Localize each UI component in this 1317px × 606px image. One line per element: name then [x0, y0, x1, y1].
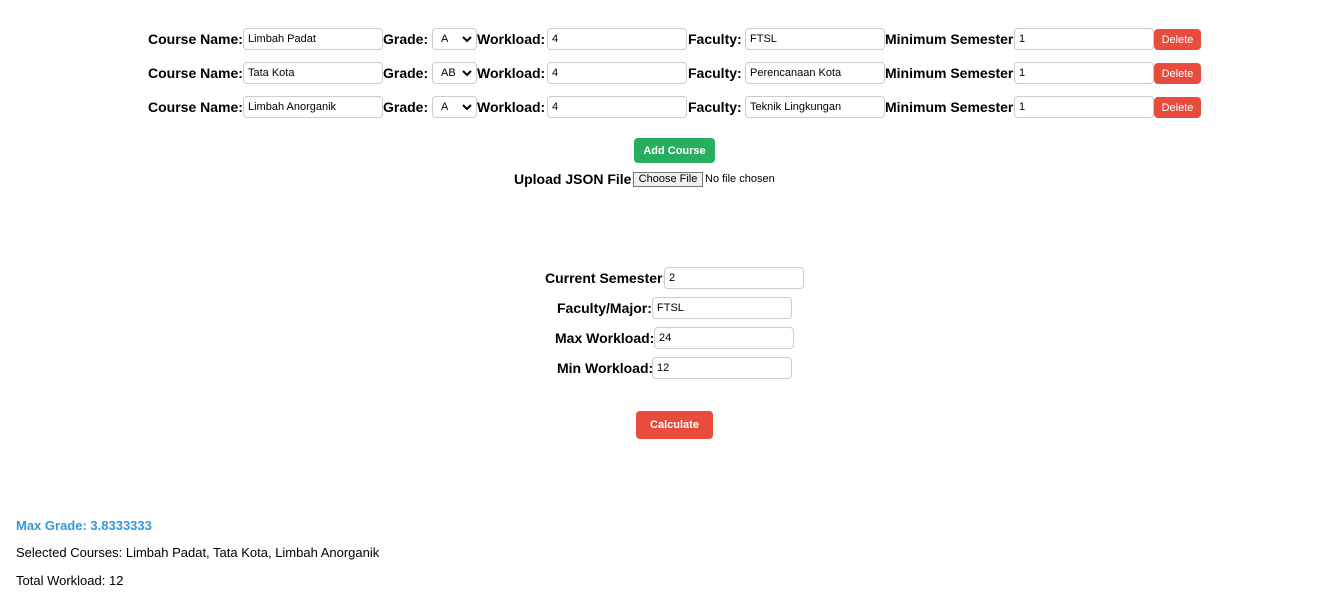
workload-label: Workload: [477, 99, 546, 115]
grade-value: A [441, 101, 449, 113]
max-workload-input[interactable] [654, 327, 794, 349]
faculty-input[interactable] [745, 28, 885, 50]
upload-label: Upload JSON File: [514, 171, 637, 187]
faculty-label: Faculty: [688, 31, 742, 47]
chevron-down-icon [462, 103, 472, 110]
course-name-label: Course Name: [148, 65, 243, 81]
course-row: Course Name: Grade: AB Workload: Faculty… [0, 62, 1317, 84]
min-semester-label: Minimum Semester: [885, 99, 1019, 115]
total-workload-result: Total Workload: 12 [16, 573, 124, 588]
faculty-label: Faculty: [688, 99, 742, 115]
course-name-input[interactable] [243, 96, 383, 118]
min-semester-input[interactable] [1014, 96, 1154, 118]
min-semester-input[interactable] [1014, 62, 1154, 84]
min-semester-label: Minimum Semester: [885, 31, 1019, 47]
course-name-input[interactable] [243, 28, 383, 50]
grade-label: Grade: [383, 31, 429, 47]
workload-input[interactable] [547, 28, 687, 50]
faculty-input[interactable] [745, 96, 885, 118]
workload-input[interactable] [547, 96, 687, 118]
workload-label: Workload: [477, 31, 546, 47]
selected-courses-result: Selected Courses: Limbah Padat, Tata Kot… [16, 545, 380, 560]
faculty-label: Faculty: [688, 65, 742, 81]
grade-select[interactable]: A [432, 28, 477, 50]
max-workload-label: Max Workload: [555, 330, 655, 346]
min-semester-label: Minimum Semester: [885, 65, 1019, 81]
course-row: Course Name: Grade: A Workload: Faculty:… [0, 96, 1317, 118]
add-course-button[interactable]: Add Course [634, 138, 715, 163]
calculate-button[interactable]: Calculate [636, 411, 713, 439]
grade-value: A [441, 33, 449, 45]
course-name-input[interactable] [243, 62, 383, 84]
min-workload-input[interactable] [652, 357, 792, 379]
workload-input[interactable] [547, 62, 687, 84]
delete-button[interactable]: Delete [1154, 29, 1201, 50]
faculty-major-input[interactable] [652, 297, 792, 319]
chevron-down-icon [462, 69, 472, 76]
choose-file-button[interactable]: Choose File [633, 172, 703, 187]
current-semester-input[interactable] [664, 267, 804, 289]
faculty-input[interactable] [745, 62, 885, 84]
current-semester-label: Current Semester: [545, 270, 668, 286]
course-name-label: Course Name: [148, 31, 243, 47]
grade-select[interactable]: AB [432, 62, 477, 84]
grade-label: Grade: [383, 65, 429, 81]
course-row: Course Name: Grade: A Workload: Faculty:… [0, 28, 1317, 50]
chevron-down-icon [462, 35, 472, 42]
grade-value: AB [441, 67, 456, 79]
faculty-major-label: Faculty/Major: [557, 300, 652, 316]
grade-select[interactable]: A [432, 96, 477, 118]
course-name-label: Course Name: [148, 99, 243, 115]
workload-label: Workload: [477, 65, 546, 81]
max-grade-result: Max Grade: 3.8333333 [16, 518, 152, 533]
min-workload-label: Min Workload: [557, 360, 654, 376]
delete-button[interactable]: Delete [1154, 63, 1201, 84]
delete-button[interactable]: Delete [1154, 97, 1201, 118]
grade-label: Grade: [383, 99, 429, 115]
min-semester-input[interactable] [1014, 28, 1154, 50]
file-status: No file chosen [705, 173, 775, 185]
